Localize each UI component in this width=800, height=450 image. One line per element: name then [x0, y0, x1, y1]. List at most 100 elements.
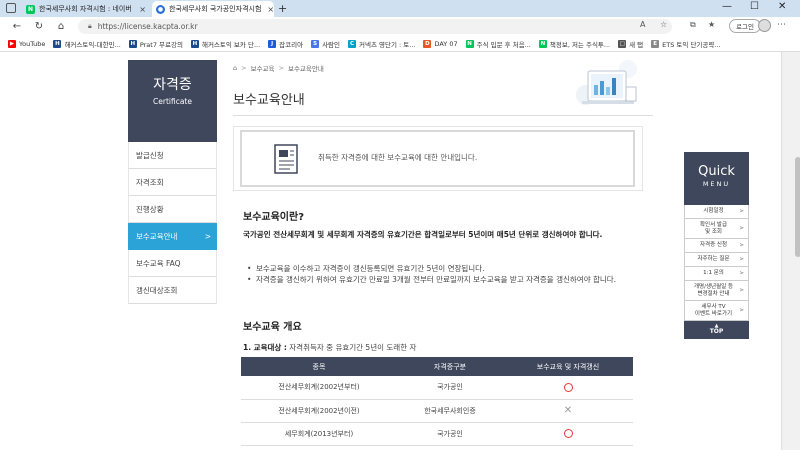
new-tab-button[interactable]: +: [278, 2, 287, 15]
tab-actions-icon[interactable]: [6, 3, 16, 13]
table-cell-renewal: ✕: [503, 399, 633, 423]
login-button[interactable]: 로그인: [729, 19, 761, 33]
bookmark-label: 책정보, 저는 주식투...: [549, 40, 611, 49]
quick-menu-subtitle: MENU: [702, 180, 731, 188]
sidebar-item-issue[interactable]: 발급신청: [128, 142, 217, 169]
bookmark-item[interactable]: D DAY 07: [423, 39, 458, 48]
bookmark-item[interactable]: E ETS 토익 단기공략...: [651, 39, 721, 49]
bookmark-label: 해커스토익-대한민...: [64, 40, 121, 49]
bookmark-item[interactable]: S 사람인: [311, 39, 340, 49]
maximize-icon[interactable]: ☐: [750, 1, 759, 12]
chevron-right-icon: >: [739, 256, 744, 262]
validity-description: 국가공인 전산세무회계 및 세무회계 자격증의 유효기간은 합격일로부터 5년이…: [243, 230, 603, 239]
table-header: 보수교육 및 자격갱신: [503, 357, 633, 376]
quick-menu-label: 1:1 문의: [703, 270, 724, 276]
profile-avatar[interactable]: [758, 19, 771, 32]
education-target: 1. 교육대상 : 자격취득자 중 유효기간 5년이 도래한 자: [243, 343, 417, 352]
top-button[interactable]: ▲ TOP: [684, 321, 749, 339]
sidebar-item-renewal-lookup[interactable]: 갱신대상조회: [128, 277, 217, 304]
quick-menu-label: 자주하는 질문: [697, 256, 730, 262]
quick-menu-item[interactable]: 자주하는 질문 >: [684, 253, 749, 267]
intro-text: 취득한 자격증에 대한 보수교육에 대한 안내입니다.: [318, 153, 478, 162]
quick-menu-item[interactable]: 자격증 신청 >: [684, 239, 749, 253]
chevron-right-icon: >: [204, 231, 211, 241]
kacpta-favicon-icon: ●: [156, 4, 165, 14]
bookmark-label: 해커스토익 보카 단...: [201, 40, 261, 49]
quick-menu-label: 세무사 TV 이벤트 바로가기: [694, 303, 733, 317]
bookmark-item[interactable]: H 해커스토익 보카 단...: [190, 39, 261, 49]
refresh-icon[interactable]: ↻: [30, 21, 48, 32]
table-header: 종목: [241, 357, 397, 376]
list-item: 자격증을 갱신하기 위하여 유효기간 만료일 3개월 전부터 만료일까지 보수교…: [247, 274, 633, 285]
bookmark-label: 주식 입문 후 처음...: [476, 40, 531, 49]
quick-menu-label: 개명/생년월일 등 변경절차 안내: [693, 283, 734, 297]
bookmark-item[interactable]: H Prat7 무료강의: [128, 39, 183, 49]
quick-menu-header: Quick MENU: [684, 152, 749, 205]
bookmark-favicon-icon: H: [190, 39, 199, 48]
sidebar-item-lookup[interactable]: 자격조회: [128, 169, 217, 196]
breadcrumb-level1[interactable]: 보수교육: [251, 63, 275, 73]
close-tab-icon[interactable]: ×: [133, 5, 146, 14]
bullet-list: 보수교육을 이수하고 자격증이 갱신등록되면 유효기간 5년이 연장됩니다. 자…: [247, 263, 633, 285]
education-table: 종목 자격증구분 보수교육 및 자격갱신 전산세무회계(2002년부터) 국가공인…: [241, 357, 633, 450]
bookmark-item[interactable]: N 주식 입문 후 처음...: [465, 39, 531, 49]
home-icon[interactable]: ⌂: [52, 21, 70, 32]
title-divider: [233, 115, 653, 116]
bookmark-label: YouTube: [19, 39, 46, 48]
bookmark-item[interactable]: C 커넥츠 영단기 : 토...: [348, 39, 415, 49]
bookmark-label: 커넥츠 영단기 : 토...: [359, 40, 416, 49]
sidebar-item-education-faq[interactable]: 보수교육 FAQ: [128, 250, 217, 277]
bookmark-label: DAY 07: [434, 39, 458, 48]
read-aloud-icon[interactable]: A: [640, 20, 645, 29]
table-cell-type: 국가공인: [397, 422, 503, 446]
page-content: 자격증 Certificate 발급신청 자격조회 진행상황 보수교육안내 > 보…: [0, 52, 781, 450]
table-cell-renewal: [503, 422, 633, 446]
table-row: 세무회계(2013년부터) 국가공인: [241, 422, 633, 446]
quick-menu-item[interactable]: 1:1 문의 >: [684, 267, 749, 281]
breadcrumb-current: 보수교육안내: [287, 65, 324, 73]
url-field[interactable]: 🔒︎ https://license.kacpta.or.kr: [78, 19, 672, 34]
table-cell-item: 전산세무회계(2002년부터): [241, 376, 397, 400]
bookmark-item[interactable]: ▶ YouTube: [8, 39, 46, 48]
page-scrollbar[interactable]: [781, 52, 800, 450]
bookmark-favicon-icon: C: [348, 39, 357, 48]
chevron-right-icon: >: [739, 270, 744, 276]
bookmark-favicon-icon: N: [465, 39, 474, 48]
back-icon[interactable]: ←: [8, 21, 26, 32]
table-cell-renewal: ✕: [503, 445, 633, 450]
sidebar-item-education-guide[interactable]: 보수교육안내 >: [128, 223, 217, 250]
sidebar-item-progress[interactable]: 진행상황: [128, 196, 217, 223]
quick-menu-item[interactable]: 세무사 TV 이벤트 바로가기 >: [684, 301, 749, 321]
tab-kacpta[interactable]: ● 한국세무사회 국가공인자격시험 ×: [152, 1, 274, 17]
close-window-icon[interactable]: ✕: [778, 1, 786, 12]
quick-menu-item[interactable]: 확인서 발급 및 조회 >: [684, 219, 749, 239]
bookmark-item[interactable]: H 해커스토익-대한민...: [53, 39, 121, 49]
bookmark-label: Prat7 무료강의: [139, 40, 183, 49]
scrollbar-thumb[interactable]: [795, 157, 800, 257]
table-cell-type: 한국세무사회인증: [397, 399, 503, 423]
bookmark-favicon-icon: H: [128, 39, 137, 48]
bookmark-favicon-icon: ▶: [8, 39, 16, 48]
close-tab-icon[interactable]: ×: [261, 5, 274, 14]
split-screen-icon[interactable]: ⧉: [690, 20, 696, 30]
circle-yes-icon: [563, 382, 573, 392]
bookmark-item[interactable]: J 잡코리아: [268, 39, 303, 49]
tab-naver-search[interactable]: N 한국세무사회 자격시험 : 네이버 ×: [22, 1, 150, 17]
bookmark-item[interactable]: □ 새 탭: [618, 39, 643, 49]
bookmark-item[interactable]: N 책정보, 저는 주식투...: [538, 39, 611, 49]
quick-menu-label: 확인서 발급 및 조회: [699, 221, 728, 235]
chevron-right-icon: >: [739, 208, 744, 214]
chevron-right-icon: >: [739, 307, 744, 313]
cross-no-icon: ✕: [563, 405, 573, 416]
bookmark-favicon-icon: J: [268, 39, 277, 48]
favorite-star-icon[interactable]: ☆: [660, 20, 667, 29]
quick-menu-item[interactable]: 시험일정 >: [684, 205, 749, 219]
table-row: 세무회계(2013년이전)한국세무사회인증✕: [241, 445, 633, 450]
chevron-right-icon: >: [739, 242, 744, 248]
minimize-icon[interactable]: —: [722, 1, 732, 12]
quick-menu-item[interactable]: 개명/생년월일 등 변경절차 안내 >: [684, 281, 749, 301]
favorites-icon[interactable]: ★: [708, 20, 715, 29]
bookmark-favicon-icon: H: [53, 39, 62, 48]
more-menu-icon[interactable]: ⋯: [777, 20, 786, 30]
home-icon[interactable]: ⌂: [233, 64, 237, 72]
